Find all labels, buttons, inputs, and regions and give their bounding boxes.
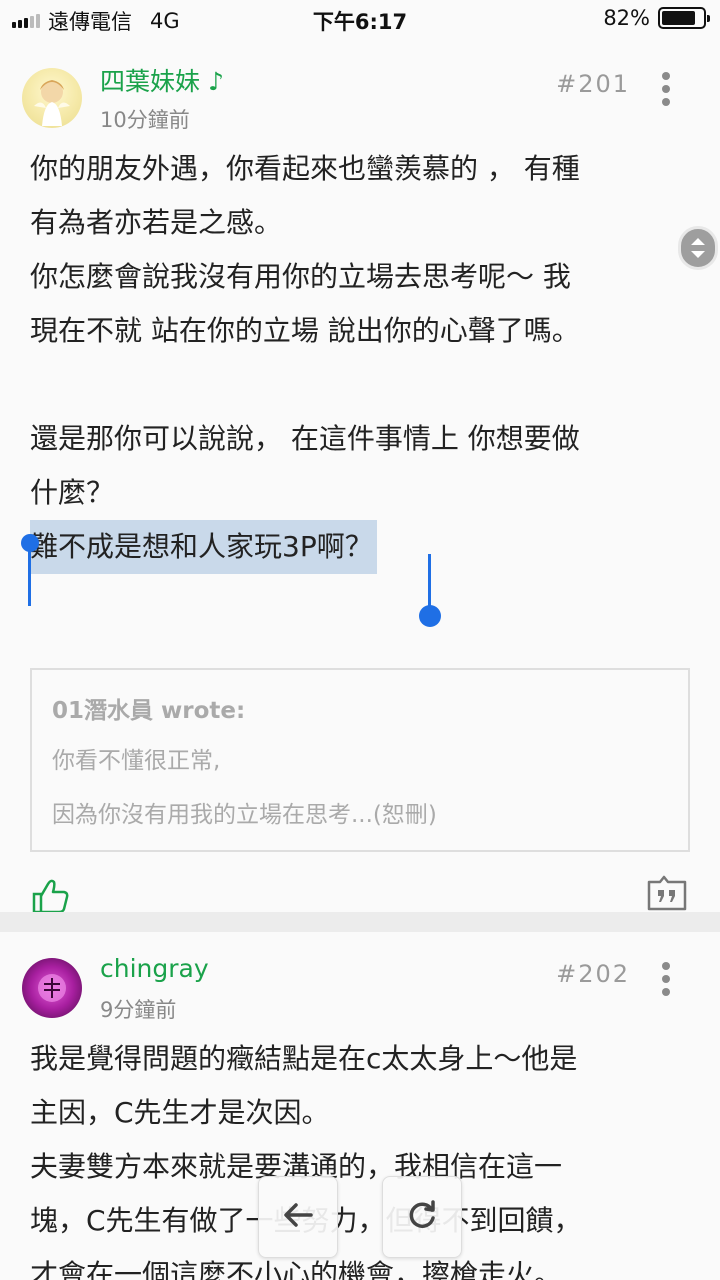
thumbs-up-icon[interactable] (30, 876, 70, 916)
back-button[interactable] (258, 1176, 338, 1258)
status-right: 82% (603, 6, 710, 30)
post-floor-number: #201 (556, 70, 630, 98)
content-line: 主因，C先生才是次因。 (30, 1096, 330, 1129)
quote-line: 因為你沒有用我的立場在思考...(恕刪) (52, 802, 437, 828)
post-username[interactable]: chingray (100, 954, 209, 983)
selection-end-handle[interactable] (419, 605, 441, 627)
post-username[interactable]: 四葉妹妹 ♪ (100, 62, 224, 98)
avatar[interactable] (22, 68, 82, 128)
content-line: 有為者亦若是之感。 (30, 206, 283, 239)
post-201: 四葉妹妹 ♪ 10分鐘前 #201 你的朋友外遇，你看起來也蠻羨慕的 ， 有種 … (0, 40, 720, 914)
refresh-button[interactable] (382, 1176, 462, 1258)
post-content: 你的朋友外遇，你看起來也蠻羨慕的 ， 有種 有為者亦若是之感。 你怎麼會說我沒有… (30, 142, 690, 574)
post-time: 9分鐘前 (100, 998, 177, 1022)
battery-fill (662, 11, 695, 25)
quote-block: 01潛水員 wrote: 你看不懂很正常, 因為你沒有用我的立場在思考...(恕… (30, 668, 690, 852)
post-divider (0, 912, 720, 932)
content-line: 還是那你可以說說， 在這件事情上 你想要做 (30, 422, 580, 455)
post-202: chingray 9分鐘前 #202 我是覺得問題的癥結點是在c太太身上～他是 … (0, 932, 720, 1280)
arrow-left-icon (281, 1200, 315, 1234)
content-line: 你的朋友外遇，你看起來也蠻羨慕的 ， 有種 (30, 152, 580, 185)
content-line (30, 358, 690, 412)
content-line: 我是覺得問題的癥結點是在c太太身上～他是 (30, 1042, 578, 1075)
status-bar: 遠傳電信 4G 下午6:17 82% (0, 0, 720, 40)
content-line: 你怎麼會說我沒有用你的立場去思考呢～ 我 (30, 260, 571, 293)
selection-end-caret (428, 554, 431, 608)
battery-percent: 82% (603, 6, 650, 30)
post-floor-number: #202 (556, 960, 630, 988)
content-line: 現在不就 站在你的立場 說出你的心聲了嗎。 (30, 314, 580, 347)
quote-line: 你看不懂很正常, (52, 748, 221, 774)
quote-reply-icon[interactable] (646, 874, 688, 912)
scroll-handle[interactable] (678, 226, 718, 270)
more-vertical-icon[interactable] (662, 962, 672, 996)
avatar[interactable] (22, 958, 82, 1018)
post-time: 10分鐘前 (100, 108, 190, 132)
quote-author: 01潛水員 wrote: (52, 698, 246, 724)
selected-text[interactable]: 難不成是想和人家玩3P啊？ (30, 520, 377, 574)
selection-start-caret (28, 548, 31, 606)
content-line: 什麼？ (30, 476, 115, 509)
content-line-selected: 難不成是想和人家玩3P啊？ (30, 520, 690, 574)
content-line: 塊，C先生有做了一些努力，但得不到回饋， (30, 1194, 690, 1248)
refresh-icon (405, 1198, 439, 1236)
more-vertical-icon[interactable] (662, 72, 672, 106)
post-content: 我是覺得問題的癥結點是在c太太身上～他是 主因，C先生才是次因。 夫妻雙方本來就… (30, 1032, 690, 1280)
content-line: 夫妻雙方本來就是要溝通的，我相信在這一 (30, 1150, 563, 1183)
battery-icon (658, 7, 710, 29)
content-line: 才會在一個這麼不小心的機會，擦槍走火。 (30, 1258, 563, 1280)
